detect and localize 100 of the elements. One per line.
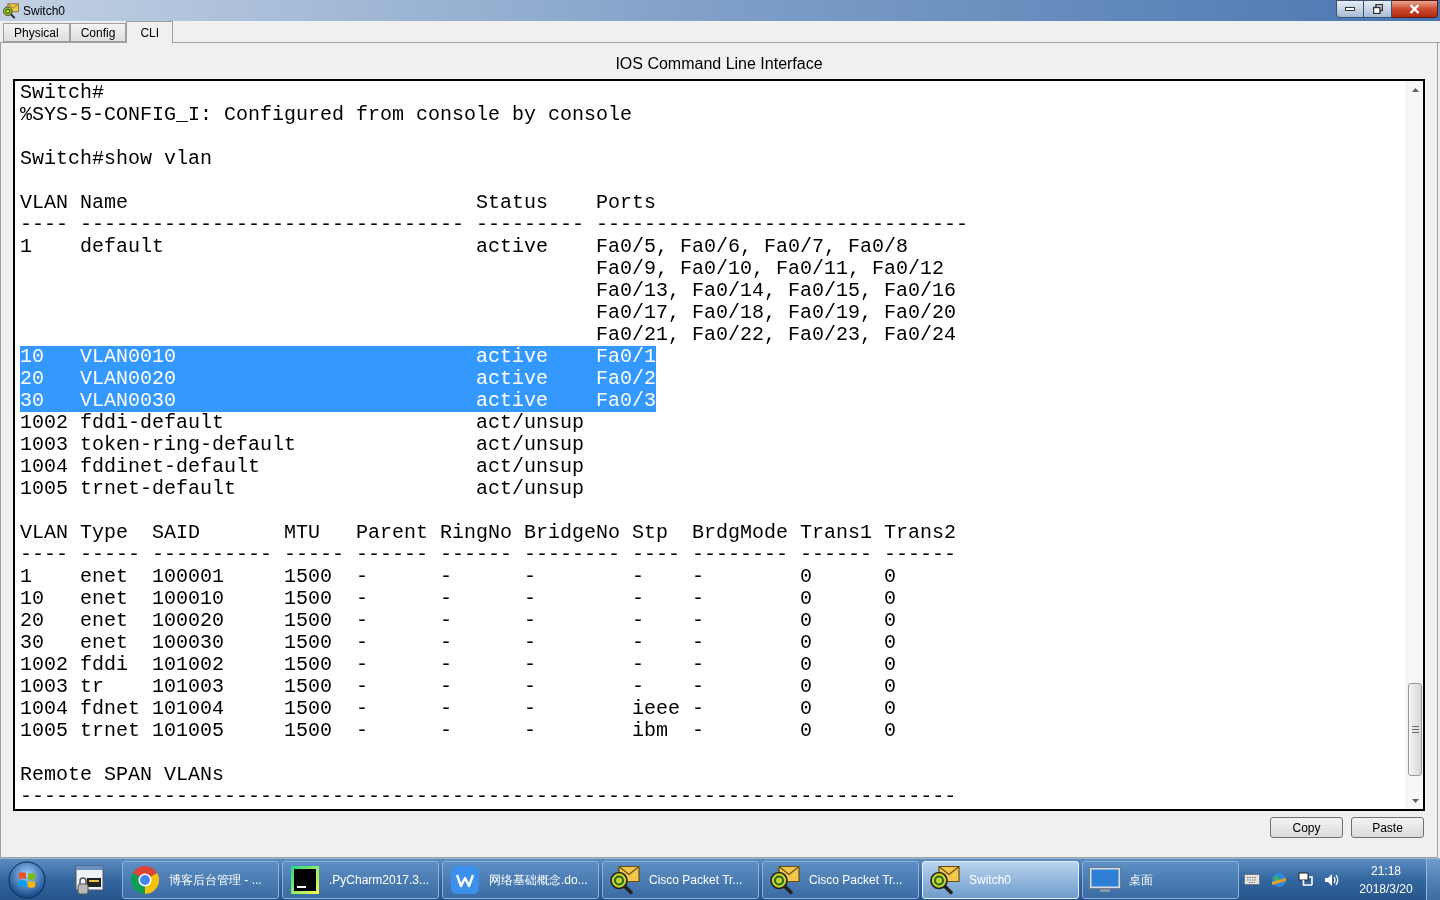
terminal-console[interactable] — [13, 79, 1425, 811]
taskbar-button[interactable]: 桌面 — [1082, 860, 1239, 899]
table-cell: 10 — [20, 346, 44, 368]
table-cell: 1002 — [20, 412, 68, 434]
table-cell: 100010 — [152, 588, 224, 610]
table-cell: - — [524, 610, 536, 632]
taskbar-button[interactable]: 博客后台管理 - ... — [122, 860, 279, 899]
taskbar-button[interactable]: Cisco Packet Tr... — [602, 860, 759, 899]
table-cell: 0 — [884, 676, 896, 698]
separator-dashes: ---- — [20, 544, 68, 566]
table-cell: 101003 — [152, 676, 224, 698]
scrollbar-thumb[interactable] — [1408, 683, 1422, 776]
table-cell: 1005 — [20, 720, 68, 742]
table-cell: 1004 — [20, 698, 68, 720]
taskbar-button[interactable]: Cisco Packet Tr... — [762, 860, 919, 899]
table-cell: Fa0/17, Fa0/18, Fa0/19, Fa0/20 — [596, 302, 957, 324]
separator-dashes: --------- — [476, 214, 585, 236]
table-cell: enet — [80, 566, 128, 588]
table-cell: act/unsup — [476, 412, 585, 434]
table-cell: VLAN0030 — [80, 390, 176, 412]
table-cell: - — [440, 610, 452, 632]
table-cell: 101002 — [152, 654, 224, 676]
table-cell: 0 — [800, 632, 812, 654]
show-desktop-button[interactable] — [1426, 859, 1440, 900]
table-cell: Fa0/2 — [596, 368, 656, 390]
table-cell: 0 — [884, 698, 896, 720]
table-cell: - — [692, 698, 704, 720]
column-header: BridgeNo — [524, 522, 620, 544]
table-cell: - — [632, 654, 644, 676]
table-cell: 1004 — [20, 456, 68, 478]
table-cell: 1500 — [284, 610, 332, 632]
separator-dashes: -------- — [692, 544, 788, 566]
up-arrow-icon — [1411, 87, 1419, 92]
table-cell: - — [692, 654, 704, 676]
table-cell: - — [692, 588, 704, 610]
close-button[interactable] — [1392, 0, 1438, 18]
table-cell: enet — [80, 588, 128, 610]
table-cell: 0 — [884, 654, 896, 676]
table-cell: 1500 — [284, 588, 332, 610]
table-cell: - — [440, 676, 452, 698]
tab[interactable]: CLI — [126, 21, 174, 43]
taskbar-button[interactable]: .PyCharm2017.3... — [282, 860, 439, 899]
table-cell: 1500 — [284, 676, 332, 698]
table-cell: - — [356, 720, 368, 742]
separator-dashes: ------ — [800, 544, 872, 566]
column-header: VLAN — [20, 192, 68, 214]
restore-icon — [1372, 4, 1383, 14]
table-cell: - — [440, 698, 452, 720]
column-header: VLAN — [20, 522, 68, 544]
start-button[interactable] — [6, 859, 48, 900]
keyboard-icon — [1244, 874, 1260, 885]
restore-button[interactable] — [1364, 0, 1392, 18]
action-button[interactable]: Paste — [1351, 817, 1424, 838]
table-cell: - — [524, 566, 536, 588]
down-arrow-icon — [1411, 798, 1419, 803]
table-cell: 0 — [884, 610, 896, 632]
tab[interactable]: Physical — [3, 23, 70, 42]
table-cell: - — [440, 632, 452, 654]
table-cell: active — [476, 346, 548, 368]
table-cell: - — [356, 632, 368, 654]
table-cell: - — [692, 610, 704, 632]
table-cell: - — [440, 720, 452, 742]
table-cell: 0 — [800, 588, 812, 610]
table-cell: - — [632, 566, 644, 588]
separator-dashes: ------------------------------- — [596, 214, 969, 236]
separator-dashes: ------ — [356, 544, 428, 566]
table-cell: 1005 — [20, 478, 68, 500]
table-cell: Fa0/5, Fa0/6, Fa0/7, Fa0/8 — [596, 236, 909, 258]
table-cell: 20 — [20, 610, 44, 632]
table-cell: active — [476, 236, 548, 258]
globe-icon — [1270, 871, 1288, 888]
table-cell: - — [524, 654, 536, 676]
clock-date: 2018/3/20 — [1359, 880, 1413, 898]
network-icon — [1298, 871, 1314, 888]
table-cell: - — [524, 720, 536, 742]
taskbar-button[interactable]: 网络基础概念.do... — [442, 860, 599, 899]
minimize-button[interactable] — [1336, 0, 1364, 18]
action-button[interactable]: Copy — [1270, 817, 1343, 838]
envelope-icon — [770, 864, 800, 895]
column-header: RingNo — [440, 522, 512, 544]
table-cell: 100001 — [152, 566, 224, 588]
terminal-line: Remote SPAN VLANs — [20, 763, 225, 786]
table-cell: - — [356, 654, 368, 676]
table-cell: - — [692, 632, 704, 654]
column-header: SAID — [152, 522, 200, 544]
table-cell: fddinet-default — [80, 456, 261, 478]
column-header: Stp — [632, 522, 668, 544]
table-cell: Fa0/9, Fa0/10, Fa0/11, Fa0/12 — [596, 258, 945, 280]
table-cell: 1500 — [284, 698, 332, 720]
terminal-line: Switch# — [20, 81, 104, 104]
table-cell: 1500 — [284, 632, 332, 654]
table-cell: 1002 — [20, 654, 68, 676]
table-cell: 0 — [800, 654, 812, 676]
envelope-icon — [3, 2, 19, 19]
table-cell: trnet — [80, 720, 140, 742]
tab[interactable]: Config — [69, 23, 127, 42]
column-header: Ports — [596, 192, 656, 214]
table-cell: 1500 — [284, 720, 332, 742]
table-cell: - — [440, 566, 452, 588]
vertical-scrollbar[interactable] — [1406, 81, 1423, 809]
